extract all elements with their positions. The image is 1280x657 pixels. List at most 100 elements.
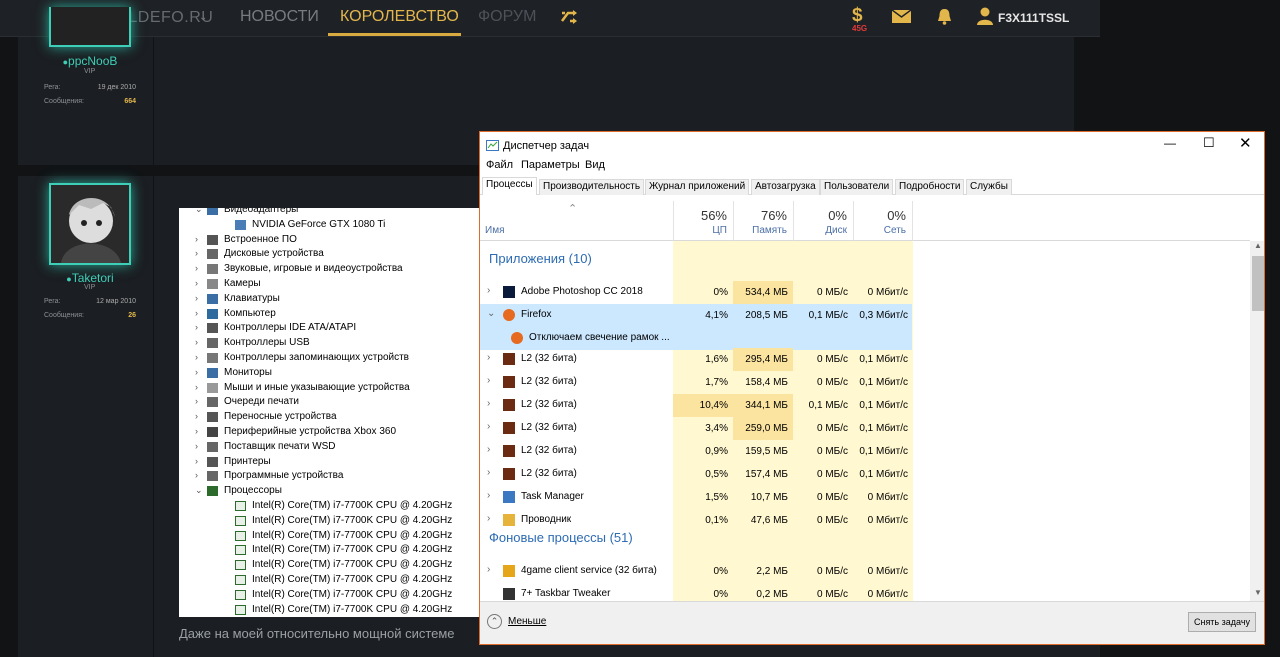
device-category[interactable]: ⌄ Процессоры xyxy=(179,483,481,498)
chevron-down-icon[interactable]: ⌄ xyxy=(195,483,205,498)
device-category[interactable]: › Принтеры xyxy=(179,454,481,469)
process-row[interactable]: › 4game client service (32 бита) 0% 2,2 МБ 0… xyxy=(480,560,912,583)
nav-kingdom[interactable]: КОРОЛЕВСТВО xyxy=(340,8,459,26)
process-row[interactable]: › L2 (32 бита) 0,5% 157,4 МБ 0 МБ/с 0,1 Мбит/… xyxy=(480,463,912,486)
device-category[interactable]: › Клавиатуры xyxy=(179,291,481,306)
chevron-right-icon[interactable]: › xyxy=(195,439,205,454)
device-category[interactable]: › Периферийные устройства Xbox 360 xyxy=(179,424,481,439)
device-category[interactable]: › Камеры xyxy=(179,276,481,291)
device-item[interactable]: Intel(R) Core(TM) i7-7700K CPU @ 4.20GHz xyxy=(179,513,481,528)
device-category[interactable]: › Мыши и иные указывающие устройства xyxy=(179,380,481,395)
chevron-right-icon[interactable]: › xyxy=(487,467,490,478)
chevron-right-icon[interactable]: › xyxy=(487,421,490,432)
chevron-down-icon[interactable]: ⌄ xyxy=(195,208,205,217)
column-header-cpu[interactable]: 56% ЦП xyxy=(673,201,733,241)
chevron-right-icon[interactable]: › xyxy=(195,306,205,321)
column-header-network[interactable]: 0% Сеть xyxy=(853,201,913,241)
chevron-right-icon[interactable]: › xyxy=(487,513,490,524)
process-row[interactable]: › Adobe Photoshop CC 2018 0% 534,4 МБ 0 МБ/с… xyxy=(480,281,912,304)
menu-file[interactable]: Файл xyxy=(486,159,513,171)
mail-icon[interactable] xyxy=(892,10,911,23)
device-item[interactable]: Intel(R) Core(TM) i7-7700K CPU @ 4.20GHz xyxy=(179,587,481,602)
group-apps[interactable]: Приложения (10) xyxy=(489,251,592,266)
process-row[interactable]: › Проводник 0,1% 47,6 МБ 0 МБ/с 0 Мбит/с xyxy=(480,509,912,532)
device-item[interactable]: Intel(R) Core(TM) i7-7700K CPU @ 4.20GHz xyxy=(179,602,481,617)
process-row[interactable]: › Task Manager 1,5% 10,7 МБ 0 МБ/с 0 Мбит/с xyxy=(480,486,912,509)
tab-processes[interactable]: Процессы xyxy=(482,177,537,195)
maximize-button[interactable]: ☐ xyxy=(1203,135,1215,151)
scroll-up-icon[interactable]: ▲ xyxy=(1254,241,1262,250)
process-row[interactable]: › L2 (32 бита) 0,9% 159,5 МБ 0 МБ/с 0,1 Мбит/… xyxy=(480,440,912,463)
chevron-right-icon[interactable]: › xyxy=(195,454,205,469)
chevron-right-icon[interactable]: › xyxy=(487,285,490,296)
group-background[interactable]: Фоновые процессы (51) xyxy=(489,530,633,545)
nav-news[interactable]: НОВОСТИ xyxy=(240,8,319,26)
chevron-right-icon[interactable]: › xyxy=(487,375,490,386)
device-category[interactable]: › Компьютер xyxy=(179,306,481,321)
device-item[interactable]: NVIDIA GeForce GTX 1080 Ti xyxy=(179,217,481,232)
chevron-right-icon[interactable]: › xyxy=(195,232,205,247)
chevron-right-icon[interactable]: › xyxy=(195,291,205,306)
device-category[interactable]: › Программные устройства xyxy=(179,468,481,483)
chevron-right-icon[interactable]: › xyxy=(195,335,205,350)
column-header-name[interactable]: ⌃ Имя xyxy=(480,201,673,241)
chevron-right-icon[interactable]: › xyxy=(195,380,205,395)
shuffle-icon[interactable] xyxy=(560,9,578,25)
chevron-right-icon[interactable]: › xyxy=(487,564,490,575)
vertical-scrollbar[interactable]: ▲ ▼ xyxy=(1250,241,1264,601)
username-link[interactable]: F3X111TSSL xyxy=(998,11,1069,25)
chevron-right-icon[interactable]: › xyxy=(487,444,490,455)
device-category[interactable]: › Очереди печати xyxy=(179,394,481,409)
device-category[interactable]: › Звуковые, игровые и видеоустройства xyxy=(179,261,481,276)
process-row[interactable]: › L2 (32 бита) 1,6% 295,4 МБ 0 МБ/с 0,1 Мбит/… xyxy=(480,348,912,371)
fewer-details-link[interactable]: Меньше xyxy=(508,616,546,627)
device-item[interactable]: Intel(R) Core(TM) i7-7700K CPU @ 4.20GHz xyxy=(179,528,481,543)
process-row[interactable]: 7+ Taskbar Tweaker 0% 0,2 МБ 0 МБ/с 0 Мбит/с xyxy=(480,583,912,601)
scrollbar-thumb[interactable] xyxy=(1252,256,1264,311)
chevron-down-icon[interactable]: ⌄ xyxy=(487,308,495,319)
device-category[interactable]: › Дисковые устройства xyxy=(179,246,481,261)
device-item[interactable]: Intel(R) Core(TM) i7-7700K CPU @ 4.20GHz xyxy=(179,572,481,587)
tab-users[interactable]: Пользователи xyxy=(820,179,894,195)
device-category[interactable]: › Переносные устройства xyxy=(179,409,481,424)
chevron-right-icon[interactable]: › xyxy=(487,398,490,409)
device-item[interactable]: Intel(R) Core(TM) i7-7700K CPU @ 4.20GHz xyxy=(179,557,481,572)
avatar[interactable] xyxy=(49,183,131,265)
chevron-right-icon[interactable]: › xyxy=(195,468,205,483)
chevron-right-icon[interactable]: › xyxy=(195,409,205,424)
process-row[interactable]: › L2 (32 бита) 1,7% 158,4 МБ 0 МБ/с 0,1 Мбит/… xyxy=(480,371,912,394)
device-category[interactable]: › Контроллеры запоминающих устройств xyxy=(179,350,481,365)
column-header-disk[interactable]: 0% Диск xyxy=(793,201,853,241)
menu-options[interactable]: Параметры xyxy=(521,159,580,171)
author-name[interactable]: ●ppcNooB xyxy=(0,54,180,68)
chevron-right-icon[interactable]: › xyxy=(195,320,205,335)
minimize-button[interactable]: — xyxy=(1164,136,1176,150)
tab-startup[interactable]: Автозагрузка xyxy=(751,179,820,195)
menu-view[interactable]: Вид xyxy=(585,159,605,171)
tab-services[interactable]: Службы xyxy=(966,179,1012,195)
author-name[interactable]: ●Taketori xyxy=(0,271,180,285)
tab-details[interactable]: Подробности xyxy=(895,179,965,195)
column-header-memory[interactable]: 76% Память xyxy=(733,201,793,241)
bell-icon[interactable] xyxy=(936,8,953,25)
process-row[interactable]: › L2 (32 бита) 10,4% 344,1 МБ 0,1 МБ/с 0,1 Мб… xyxy=(480,394,912,417)
device-category[interactable]: › Контроллеры IDE ATA/ATAPI xyxy=(179,320,481,335)
chevron-right-icon[interactable]: › xyxy=(195,276,205,291)
chevron-right-icon[interactable]: › xyxy=(195,261,205,276)
device-category[interactable]: › Поставщик печати WSD xyxy=(179,439,481,454)
process-row[interactable]: Отключаем свечение рамок ... xyxy=(480,327,912,350)
chevron-right-icon[interactable]: › xyxy=(487,490,490,501)
process-row[interactable]: › L2 (32 бита) 3,4% 259,0 МБ 0 МБ/с 0,1 Мбит/… xyxy=(480,417,912,440)
chevron-down-icon[interactable]: ⌄ xyxy=(199,12,207,23)
device-item[interactable]: Intel(R) Core(TM) i7-7700K CPU @ 4.20GHz xyxy=(179,498,481,513)
chevron-right-icon[interactable]: › xyxy=(487,352,490,363)
close-button[interactable]: ✕ xyxy=(1239,134,1252,152)
chevron-right-icon[interactable]: › xyxy=(195,246,205,261)
end-task-button[interactable]: Снять задачу xyxy=(1188,612,1256,632)
chevron-up-icon[interactable]: ⌃ xyxy=(487,614,502,629)
avatar[interactable] xyxy=(49,7,131,47)
device-category[interactable]: ⌄ Видеоадаптеры xyxy=(179,208,481,217)
chevron-right-icon[interactable]: › xyxy=(195,350,205,365)
device-category[interactable]: › Мониторы xyxy=(179,365,481,380)
device-category[interactable]: › Встроенное ПО xyxy=(179,232,481,247)
